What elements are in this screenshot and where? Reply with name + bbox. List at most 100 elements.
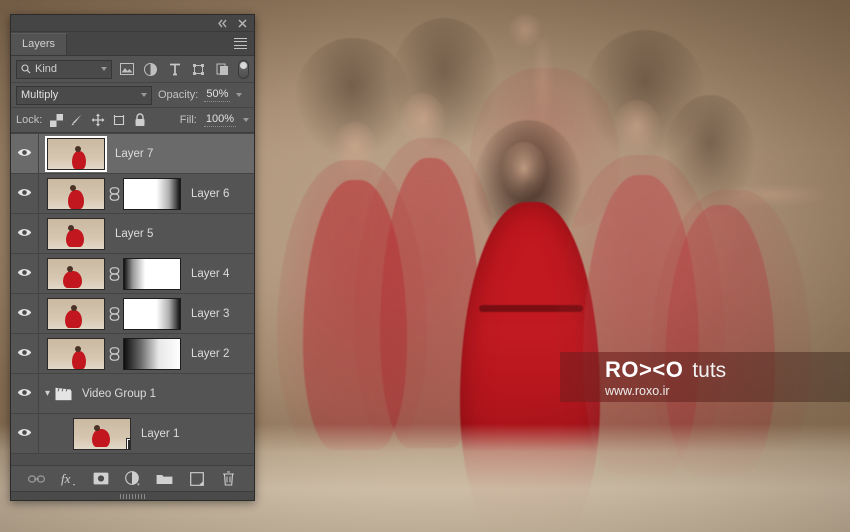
watermark-suffix: tuts	[692, 358, 727, 382]
layer-visibility-toggle[interactable]	[11, 254, 39, 293]
mask-link-icon[interactable]	[108, 306, 120, 321]
eye-icon	[17, 147, 32, 161]
new-layer-icon[interactable]	[188, 470, 205, 487]
link-layers-icon[interactable]	[28, 470, 45, 487]
layer-thumbnail[interactable]	[45, 135, 107, 172]
lock-transparent-pixels-icon[interactable]	[49, 113, 63, 127]
shape-layer-filter-icon[interactable]	[189, 60, 208, 79]
pixel-layer-filter-icon[interactable]	[117, 60, 136, 79]
layer-mask-thumbnail[interactable]	[123, 337, 181, 370]
layer-visibility-toggle[interactable]	[11, 214, 39, 253]
tab-layers[interactable]: Layers	[11, 33, 68, 55]
fill-value[interactable]: 100%	[203, 113, 236, 127]
chevron-down-icon	[141, 93, 147, 97]
layer-visibility-toggle[interactable]	[11, 414, 39, 453]
layer-name-label: Layer 2	[191, 347, 230, 360]
double-chevron-left-icon[interactable]	[217, 18, 228, 29]
layer-visibility-toggle[interactable]	[11, 294, 39, 333]
layer-mask-thumbnail[interactable]	[123, 177, 181, 210]
layer-mask-thumbnail[interactable]	[123, 297, 181, 330]
chevron-down-icon[interactable]: ▾	[45, 388, 50, 399]
eye-icon	[17, 307, 32, 321]
layers-list[interactable]: Layer 7 Layer 6 Layer 5 Layer 4 Layer 3 Layer…	[11, 133, 254, 465]
lock-artboard-nesting-icon[interactable]	[112, 113, 126, 127]
layer-thumbnail[interactable]	[47, 217, 105, 250]
hamburger-menu-icon[interactable]	[234, 38, 247, 49]
type-layer-filter-icon[interactable]	[165, 60, 184, 79]
layer-row-layer-1[interactable]: Layer 1	[11, 414, 254, 454]
smart-object-filter-icon[interactable]	[213, 60, 232, 79]
lock-all-icon[interactable]	[133, 113, 147, 127]
layer-thumbnail[interactable]	[73, 417, 131, 450]
layer-name-label: Layer 4	[191, 267, 230, 280]
video-filmstrip-badge	[126, 437, 130, 449]
blend-mode-value: Multiply	[21, 89, 59, 101]
layer-visibility-toggle[interactable]	[11, 334, 39, 373]
layer-thumbnail-wrap[interactable]	[39, 297, 105, 330]
layer-thumbnail[interactable]	[47, 297, 105, 330]
panel-bottom-toolbar: fx	[11, 465, 254, 491]
layer-thumbnail[interactable]	[47, 257, 105, 290]
watermark-url: www.roxo.ir	[605, 383, 670, 398]
layer-thumbnail-wrap[interactable]	[39, 135, 107, 172]
layer-thumbnail-wrap[interactable]	[39, 337, 105, 370]
adjustment-layer-filter-icon[interactable]	[141, 60, 160, 79]
layer-row-layer-3[interactable]: Layer 3	[11, 294, 254, 334]
lock-label: Lock:	[16, 114, 43, 126]
layer-name-label: Layer 3	[191, 307, 230, 320]
opacity-label: Opacity:	[158, 89, 199, 101]
layer-effects-fx-icon[interactable]: fx	[60, 470, 77, 487]
layer-name-label: Layer 7	[115, 147, 154, 160]
opacity-chevron-down-icon[interactable]	[236, 93, 243, 97]
layer-row-layer-4[interactable]: Layer 4	[11, 254, 254, 294]
fill-chevron-down-icon[interactable]	[243, 118, 249, 122]
eye-icon	[17, 347, 32, 361]
eye-icon	[17, 427, 32, 441]
layer-thumbnail[interactable]	[47, 177, 105, 210]
blend-mode-row: Multiply Opacity: 50%	[11, 83, 254, 108]
layer-thumbnail-wrap[interactable]	[39, 177, 105, 210]
layer-row-layer-6[interactable]: Layer 6	[11, 174, 254, 214]
layer-thumbnail[interactable]	[47, 337, 105, 370]
filter-kind-select[interactable]: Kind	[16, 59, 112, 79]
layer-thumbnail-wrap[interactable]	[39, 217, 105, 250]
close-x-icon[interactable]	[237, 18, 248, 29]
layer-thumbnail-wrap[interactable]	[39, 257, 105, 290]
filter-kind-label: Kind	[35, 63, 58, 75]
layer-visibility-toggle[interactable]	[11, 174, 39, 213]
grip-dots	[119, 493, 146, 499]
layer-row-layer-7[interactable]: Layer 7	[11, 134, 254, 174]
blend-mode-select[interactable]: Multiply	[16, 85, 152, 105]
filter-enable-toggle[interactable]	[238, 59, 249, 79]
video-group-clapper-icon	[55, 387, 72, 401]
mask-link-icon[interactable]	[108, 346, 120, 361]
lock-position-icon[interactable]	[91, 113, 105, 127]
mask-link-icon[interactable]	[108, 186, 120, 201]
magnifier-icon	[21, 64, 31, 74]
mask-link-icon[interactable]	[108, 266, 120, 281]
opacity-value[interactable]: 50%	[204, 88, 231, 102]
layer-row-layer-5[interactable]: Layer 5	[11, 214, 254, 254]
panel-resize-grip[interactable]	[11, 491, 254, 500]
layer-thumbnail-wrap[interactable]	[65, 417, 131, 450]
new-group-folder-icon[interactable]	[156, 470, 173, 487]
eye-icon	[17, 267, 32, 281]
layer-visibility-toggle[interactable]	[11, 374, 39, 413]
layer-row-layer-2[interactable]: Layer 2	[11, 334, 254, 374]
layer-row-video-group-1[interactable]: ▾ Video Group 1	[11, 374, 254, 414]
layer-name-label: Layer 1	[141, 427, 180, 440]
eye-icon	[17, 387, 32, 401]
eye-icon	[17, 227, 32, 241]
chevron-down-icon	[101, 67, 107, 71]
lock-image-pixels-icon[interactable]	[70, 113, 84, 127]
layer-mask-thumbnail[interactable]	[123, 257, 181, 290]
svg-text:fx: fx	[61, 471, 71, 486]
panel-tab-bar: Layers	[11, 32, 254, 56]
add-layer-mask-icon[interactable]	[92, 470, 109, 487]
new-adjustment-layer-icon[interactable]	[124, 470, 141, 487]
lock-row: Lock: Fill: 100%	[11, 108, 254, 133]
layer-name-label: Layer 6	[191, 187, 230, 200]
delete-layer-trash-icon[interactable]	[220, 470, 237, 487]
panel-titlebar	[11, 15, 254, 32]
layer-visibility-toggle[interactable]	[11, 134, 39, 173]
